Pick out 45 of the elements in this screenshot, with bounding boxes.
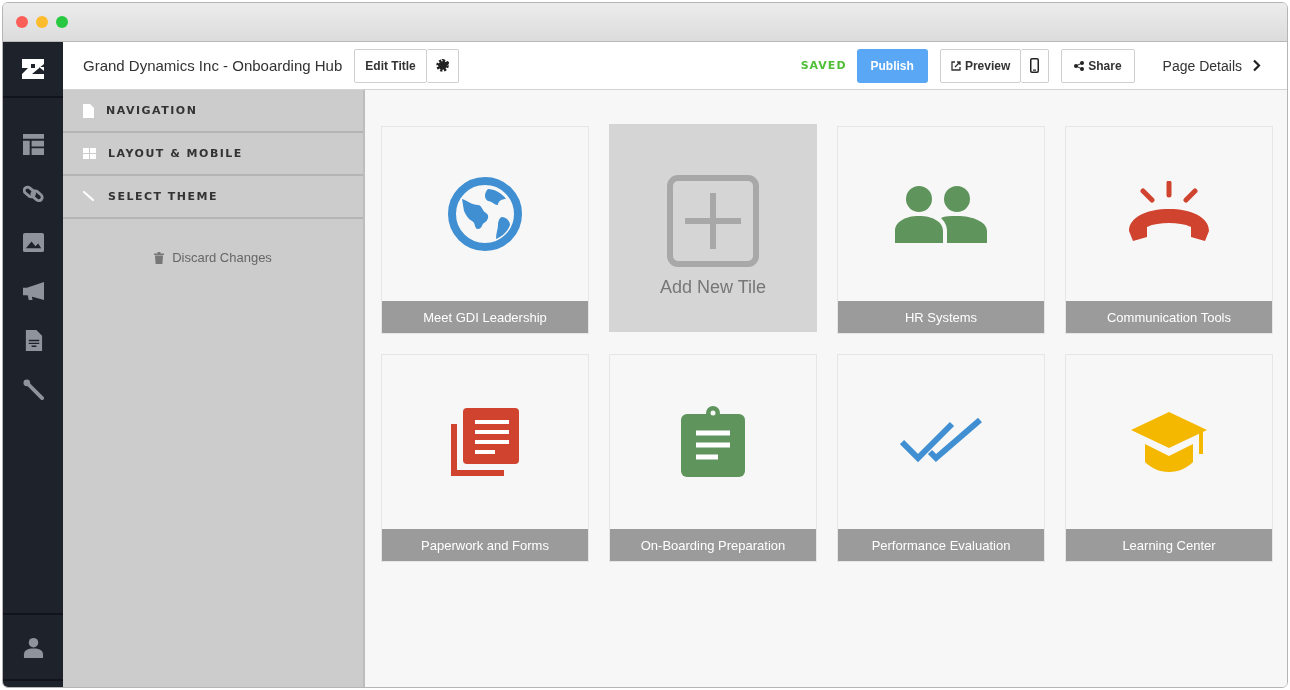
tile-card[interactable]: On-Boarding Preparation [609,354,817,562]
trash-icon [154,251,165,264]
tile-label: HR Systems [838,301,1044,333]
share-icon [1074,60,1085,71]
link-icon[interactable] [22,183,44,204]
tile-label: Meet GDI Leadership [382,301,588,333]
chevron-right-icon [1252,59,1261,72]
tile-card[interactable]: Paperwork and Forms [381,354,589,562]
publish-button[interactable]: Publish [856,48,928,83]
panel-section[interactable]: NAVIGATION [63,90,363,133]
megaphone-icon[interactable] [22,281,44,302]
tile-label: Communication Tools [1066,301,1272,333]
mobile-preview-button[interactable] [1021,48,1050,83]
smartphone-icon [1030,58,1040,73]
plus-icon [667,174,759,267]
page-details-button[interactable]: Page Details [1162,57,1261,74]
edit-title-button[interactable]: Edit Title [354,48,427,83]
tile-label: Paperwork and Forms [382,529,588,561]
logo-icon[interactable] [22,59,44,79]
brush-icon [83,191,96,202]
share-button[interactable]: Share [1061,48,1135,83]
tile-card[interactable]: HR Systems [837,126,1045,334]
layout-icon[interactable] [22,134,44,155]
settings-button[interactable] [426,48,459,83]
preview-button[interactable]: Preview [939,48,1022,83]
tile-label: On-Boarding Preparation [610,529,816,561]
page-icon [83,103,94,118]
tile-label: Performance Evaluation [838,529,1044,561]
saved-status: SAVED [800,59,847,72]
grid-icon [83,148,96,159]
external-link-icon [950,60,961,71]
tile-card[interactable]: Communication Tools [1065,126,1273,334]
brush-icon[interactable] [22,379,44,400]
panel-section[interactable]: LAYOUT & MOBILE [63,133,363,176]
tile-card[interactable]: Performance Evaluation [837,354,1045,562]
image-icon[interactable] [22,232,44,253]
discard-changes-button[interactable]: Discard Changes [148,249,278,266]
settings-icon [435,59,449,72]
panel-section[interactable]: SELECT THEME [63,176,363,219]
user-icon[interactable] [22,636,44,658]
tile-card[interactable]: Meet GDI Leadership [381,126,589,334]
page-title: Grand Dynamics Inc - Onboarding Hub [83,57,343,74]
add-tile-button[interactable]: Add New Tile [609,124,817,332]
tile-card[interactable]: Learning Center [1065,354,1273,562]
tile-label: Learning Center [1066,529,1272,561]
